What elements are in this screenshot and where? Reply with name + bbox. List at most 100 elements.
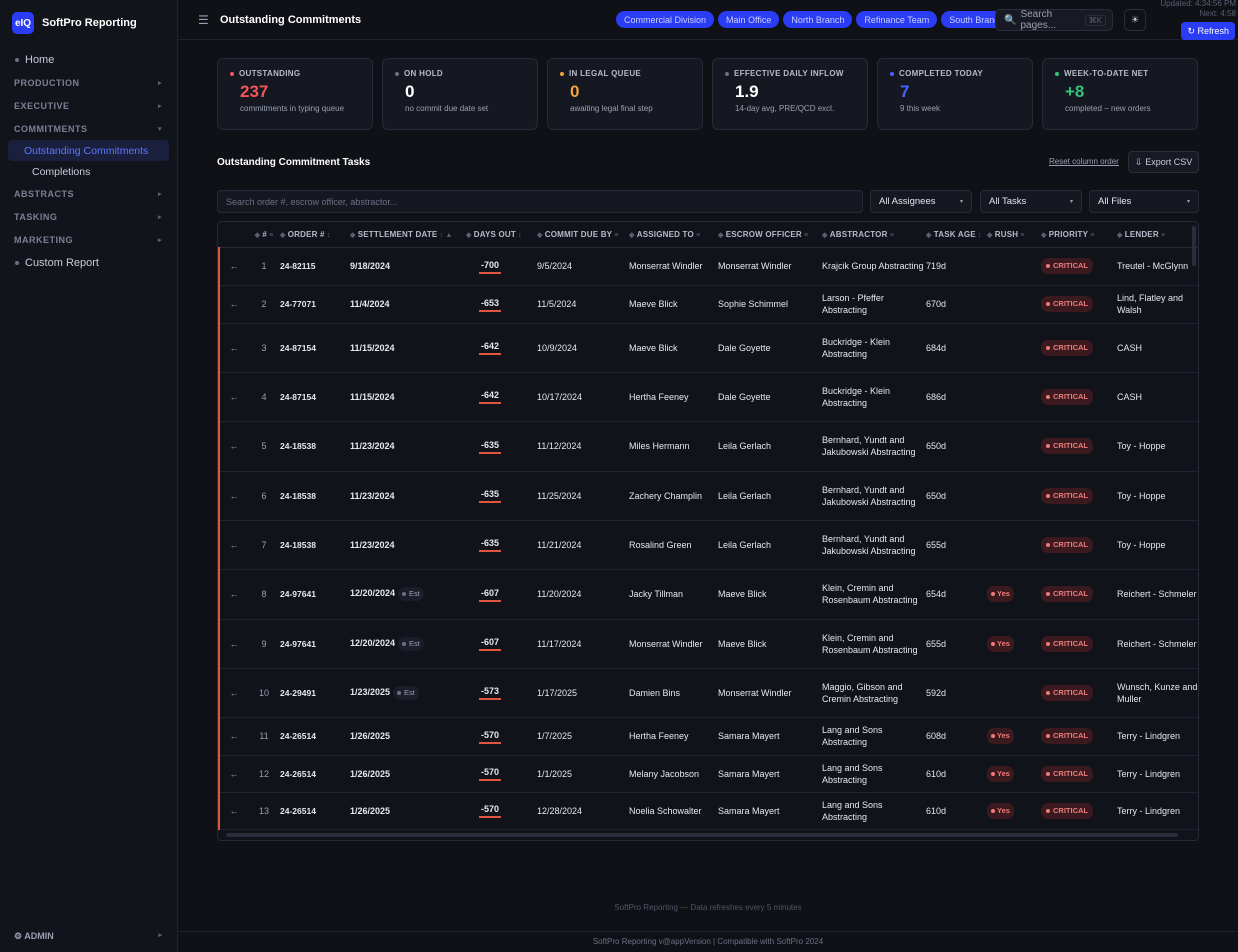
page-search[interactable]: 🔍 Search pages... ⌘K [995, 9, 1113, 31]
sidebar-section-marketing[interactable]: MARKETING ▸ [0, 228, 177, 251]
expand-row-icon[interactable]: ← [218, 421, 248, 472]
table-row[interactable]: ← 7 24-18538 11/23/2024 -635 11/21/2024 Rosali… [218, 520, 1198, 570]
chip-refinance-team[interactable]: Refinance Team [856, 11, 938, 28]
drag-handle-icon[interactable]: ◆ [280, 232, 288, 239]
order-number[interactable]: 24-26514 [280, 717, 350, 756]
expand-row-icon[interactable]: ← [218, 520, 248, 570]
chip-north-branch[interactable]: North Branch [783, 11, 853, 28]
column-header-commit-due-by[interactable]: ◆ COMMIT DUE BY ≡ [537, 222, 629, 248]
column-menu-icon[interactable]: ≡ [1018, 232, 1024, 239]
table-row[interactable]: ← 2 24-77071 11/4/2024 -653 11/5/2024 Maeve Bl… [218, 285, 1198, 324]
sort-icon[interactable]: ↕ [516, 232, 522, 239]
column-header-assigned-to[interactable]: ◆ ASSIGNED TO ≡ [629, 222, 718, 248]
sidebar-item-completions[interactable]: Completions [8, 161, 169, 182]
expand-row-icon[interactable]: ← [218, 619, 248, 669]
column-header-rush[interactable]: ◆ RUSH ≡ [987, 222, 1041, 248]
column-header-[interactable]: ◆ # ≡ [248, 222, 280, 248]
order-number[interactable]: 24-29491 [280, 668, 350, 718]
expand-row-icon[interactable]: ← [218, 285, 248, 324]
column-header-escrow-officer[interactable]: ◆ ESCROW OFFICER ≡ [718, 222, 822, 248]
order-number[interactable]: 24-77071 [280, 285, 350, 324]
table-row[interactable]: ← 3 24-87154 11/15/2024 -642 10/9/2024 Maeve B… [218, 323, 1198, 373]
table-row[interactable]: ← 5 24-18538 11/23/2024 -635 11/12/2024 Miles … [218, 421, 1198, 472]
chip-commercial-division[interactable]: Commercial Division [616, 11, 715, 28]
menu-icon[interactable]: ☰ [198, 13, 212, 27]
order-number[interactable]: 24-87154 [280, 323, 350, 373]
order-number[interactable]: 24-18538 [280, 471, 350, 521]
column-menu-icon[interactable]: ≡ [612, 232, 618, 239]
column-header-task-age[interactable]: ◆ TASK AGE ↕ [926, 222, 987, 248]
drag-handle-icon[interactable]: ◆ [822, 232, 830, 239]
expand-row-icon[interactable]: ← [218, 323, 248, 373]
column-header-abstractor[interactable]: ◆ ABSTRACTOR ≡ [822, 222, 926, 248]
horizontal-scrollbar[interactable] [226, 833, 1178, 837]
sidebar-section-production[interactable]: PRODUCTION ▸ [0, 71, 177, 94]
column-header-lender[interactable]: ◆ LENDER ≡ [1117, 222, 1198, 248]
sidebar-section-executive[interactable]: EXECUTIVE ▸ [0, 94, 177, 117]
table-row[interactable]: ← 12 24-26514 1/26/2025 -570 1/1/2025 Melany J… [218, 755, 1198, 793]
sort-icon[interactable]: ↕ [976, 232, 982, 239]
order-number[interactable]: 24-26514 [280, 792, 350, 830]
chip-main-office[interactable]: Main Office [718, 11, 780, 28]
order-number[interactable]: 24-26514 [280, 755, 350, 793]
vertical-scrollbar[interactable] [1192, 226, 1196, 266]
refresh-button[interactable]: ↻ Refresh [1181, 22, 1235, 40]
drag-handle-icon[interactable]: ◆ [629, 232, 637, 239]
expand-row-icon[interactable]: ← [218, 717, 248, 756]
export-csv-button[interactable]: ⇩ Export CSV [1128, 151, 1199, 173]
sidebar-admin[interactable]: ⚙ ADMIN ▸ [14, 931, 162, 942]
drag-handle-icon[interactable]: ◆ [987, 232, 995, 239]
column-menu-icon[interactable]: ≡ [694, 232, 700, 239]
sidebar-section-commitments[interactable]: COMMITMENTS ▾ [0, 117, 177, 140]
column-menu-icon[interactable]: ≡ [888, 232, 894, 239]
assignee-filter-select[interactable]: All Assignees ▾ [870, 190, 972, 213]
order-number[interactable]: 24-18538 [280, 520, 350, 570]
brand[interactable]: eIQ SoftPro Reporting [0, 0, 177, 46]
expand-row-icon[interactable]: ← [218, 668, 248, 718]
column-header-days-out[interactable]: ◆ DAYS OUT ↕ [466, 222, 537, 248]
column-menu-icon[interactable]: ≡ [1159, 232, 1165, 239]
column-menu-icon[interactable]: ≡ [267, 232, 273, 239]
drag-handle-icon[interactable]: ◆ [1117, 232, 1125, 239]
reset-column-order-link[interactable]: Reset column order [1049, 157, 1119, 166]
drag-handle-icon[interactable]: ◆ [350, 232, 358, 239]
table-row[interactable]: ← 1 24-82115 9/18/2024 -700 9/5/2024 Monserrat… [218, 247, 1198, 286]
table-row[interactable]: ← 8 24-97641 12/20/2024 Est -607 11/20/2024 Jac… [218, 569, 1198, 620]
order-number[interactable]: 24-97641 [280, 619, 350, 669]
sort-icon[interactable]: ↕ [325, 232, 331, 239]
order-number[interactable]: 24-87154 [280, 372, 350, 422]
expand-row-icon[interactable]: ← [218, 755, 248, 793]
table-row[interactable]: ← 6 24-18538 11/23/2024 -635 11/25/2024 Zacher… [218, 471, 1198, 521]
order-number[interactable]: 24-82115 [280, 247, 350, 286]
order-number[interactable]: 24-18538 [280, 421, 350, 472]
drag-handle-icon[interactable]: ◆ [1041, 232, 1049, 239]
expand-row-icon[interactable]: ← [218, 792, 248, 830]
sidebar-section-tasking[interactable]: TASKING ▸ [0, 205, 177, 228]
column-header-order[interactable]: ◆ ORDER # ↕ [280, 222, 350, 248]
column-header-priority[interactable]: ◆ PRIORITY ≡ [1041, 222, 1117, 248]
column-menu-icon[interactable]: ≡ [802, 232, 808, 239]
table-row[interactable]: ← 11 24-26514 1/26/2025 -570 1/7/2025 Hertha F… [218, 717, 1198, 756]
drag-handle-icon[interactable]: ◆ [537, 232, 545, 239]
theme-toggle-button[interactable]: ☀ [1124, 9, 1146, 31]
expand-row-icon[interactable]: ← [218, 569, 248, 620]
expand-row-icon[interactable]: ← [218, 372, 248, 422]
table-row[interactable]: ← 13 24-26514 1/26/2025 -570 12/28/2024 Noelia… [218, 792, 1198, 830]
file-filter-select[interactable]: All Files ▾ [1089, 190, 1199, 213]
drag-handle-icon[interactable]: ◆ [718, 232, 726, 239]
column-menu-icon[interactable]: ≡ [1088, 232, 1094, 239]
table-row[interactable]: ← 9 24-97641 12/20/2024 Est -607 11/17/2024 Mon… [218, 619, 1198, 669]
sort-asc-icon[interactable]: ↕ ▲ [437, 232, 453, 239]
task-filter-select[interactable]: All Tasks ▾ [980, 190, 1082, 213]
drag-handle-icon[interactable]: ◆ [926, 232, 934, 239]
sidebar-item-home[interactable]: Home [0, 48, 177, 71]
expand-row-icon[interactable]: ← [218, 247, 248, 286]
task-search-input[interactable] [217, 190, 863, 213]
drag-handle-icon[interactable]: ◆ [466, 232, 474, 239]
order-number[interactable]: 24-97641 [280, 569, 350, 620]
sidebar-section-abstracts[interactable]: ABSTRACTS ▸ [0, 182, 177, 205]
table-row[interactable]: ← 4 24-87154 11/15/2024 -642 10/17/2024 Hertha… [218, 372, 1198, 422]
sidebar-item-outstanding-commitments[interactable]: Outstanding Commitments [8, 140, 169, 161]
table-row[interactable]: ← 10 24-29491 1/23/2025 Est -573 1/17/2025 Dami… [218, 668, 1198, 718]
expand-row-icon[interactable]: ← [218, 471, 248, 521]
